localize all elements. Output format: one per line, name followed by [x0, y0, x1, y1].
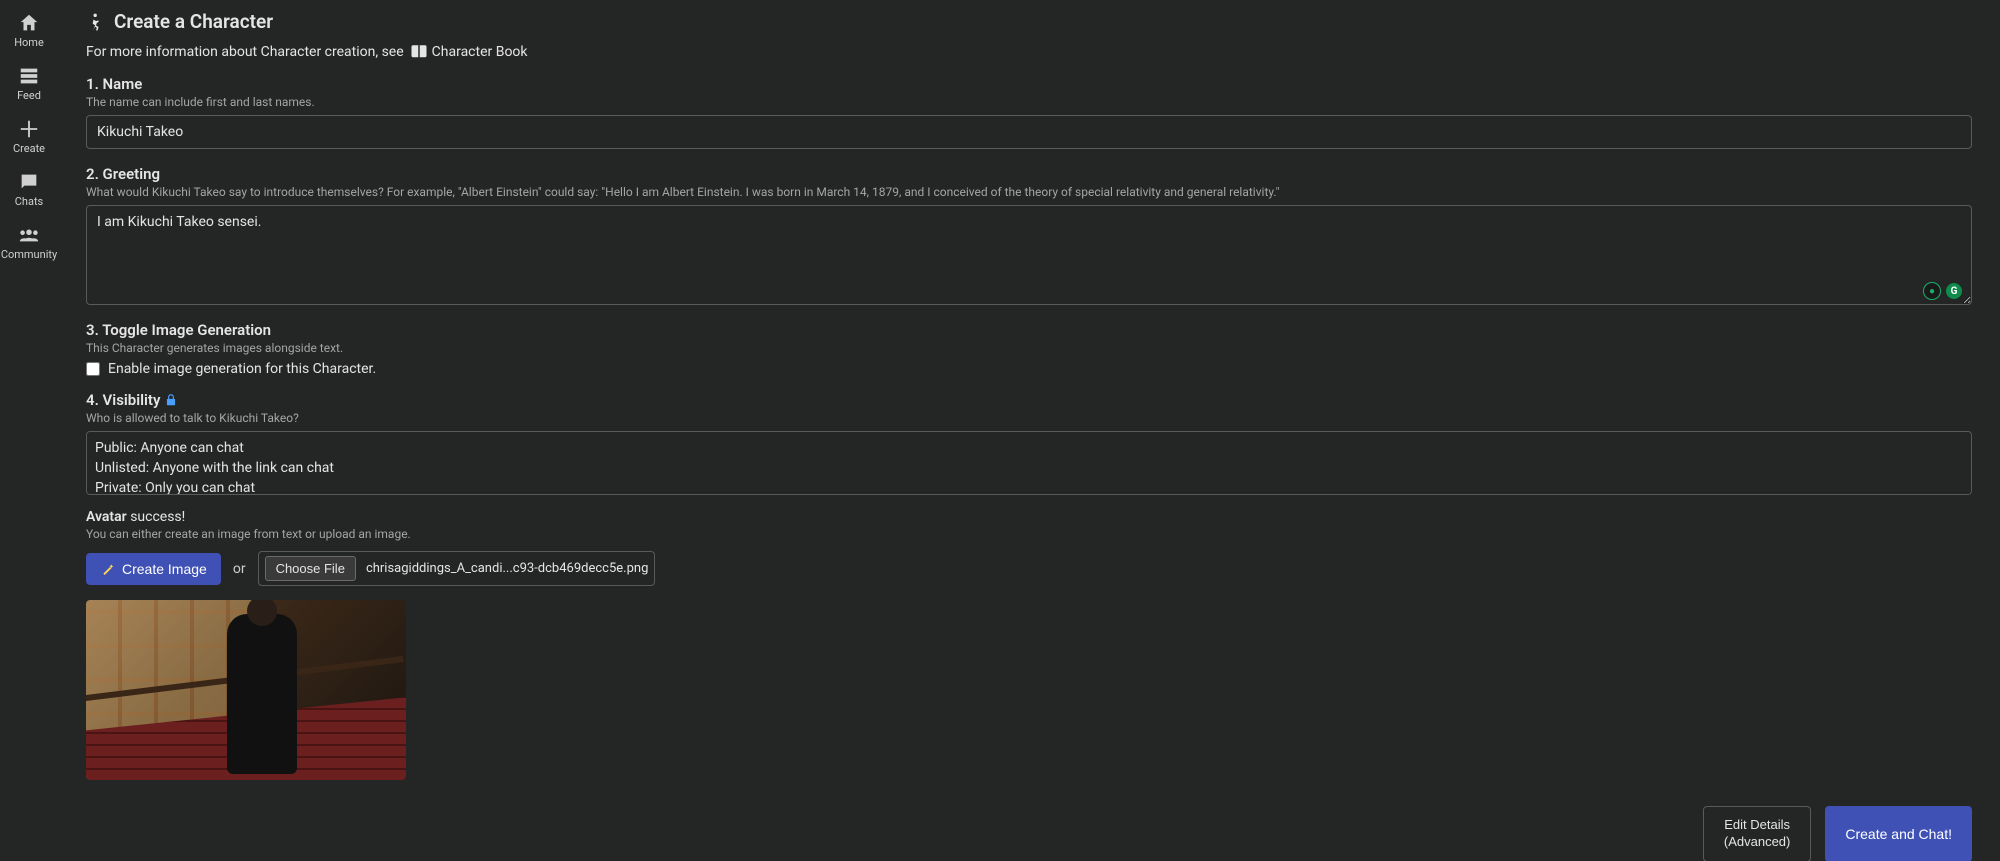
greeting-section-label: 2. Greeting: [86, 165, 1972, 183]
avatar-section-hint: You can either create an image from text…: [86, 527, 1972, 541]
page-title-text: Create a Character: [114, 10, 273, 33]
feed-icon: [18, 65, 40, 87]
grammar-badge-2[interactable]: G: [1946, 283, 1962, 299]
create-and-chat-button[interactable]: Create and Chat!: [1825, 806, 1972, 861]
visibility-section-label: 4. Visibility: [86, 391, 1972, 409]
avatar-status: success!: [130, 509, 185, 525]
nav-feed[interactable]: Feed: [0, 57, 58, 110]
greeting-section-hint: What would Kikuchi Takeo say to introduc…: [86, 185, 1972, 199]
character-book-link-text: Character Book: [432, 44, 528, 60]
visibility-section-hint: Who is allowed to talk to Kikuchi Takeo?: [86, 411, 1972, 425]
nav-home-label: Home: [14, 36, 44, 49]
grammar-badge-1[interactable]: ●: [1924, 283, 1940, 299]
main-content: Create a Character For more information …: [58, 0, 2000, 861]
name-section-label: 1. Name: [86, 75, 1972, 93]
or-text: or: [233, 561, 246, 577]
nav-community-label: Community: [1, 248, 57, 261]
visibility-option-private[interactable]: Private: Only you can chat: [95, 478, 1963, 495]
edit-details-button[interactable]: Edit Details (Advanced): [1703, 806, 1811, 861]
footer-buttons: Edit Details (Advanced) Create and Chat!: [86, 806, 1972, 861]
running-person-icon: [86, 12, 106, 32]
subtitle-row: For more information about Character cre…: [86, 43, 1972, 61]
avatar-upload-row: Create Image or Choose File chrisagiddin…: [86, 551, 1972, 586]
visibility-option-unlisted[interactable]: Unlisted: Anyone with the link can chat: [95, 458, 1963, 478]
nav-chats-label: Chats: [15, 195, 43, 208]
character-book-link[interactable]: Character Book: [410, 43, 528, 61]
plus-icon: [18, 118, 40, 140]
imagegen-checkbox[interactable]: [86, 362, 100, 376]
imagegen-checkbox-row[interactable]: Enable image generation for this Charact…: [86, 361, 1972, 377]
avatar-label: Avatar: [86, 509, 127, 525]
imagegen-section-hint: This Character generates images alongsid…: [86, 341, 1972, 355]
community-icon: [18, 224, 40, 246]
create-image-button-label: Create Image: [122, 561, 207, 577]
visibility-label-text: 4. Visibility: [86, 391, 160, 409]
imagegen-checkbox-label: Enable image generation for this Charact…: [108, 361, 376, 377]
file-picker: Choose File chrisagiddings_A_candi...c93…: [258, 551, 656, 586]
nav-home[interactable]: Home: [0, 4, 58, 57]
page-title: Create a Character: [86, 10, 1972, 33]
nav-feed-label: Feed: [17, 89, 41, 102]
create-image-button[interactable]: Create Image: [86, 553, 221, 585]
imagegen-section-label: 3. Toggle Image Generation: [86, 321, 1972, 339]
edit-details-line1: Edit Details: [1724, 817, 1790, 832]
nav-create-label: Create: [13, 142, 45, 155]
visibility-option-public[interactable]: Public: Anyone can chat: [95, 438, 1963, 458]
choose-file-button[interactable]: Choose File: [265, 556, 356, 581]
sidebar: Home Feed Create Chats Community: [0, 0, 58, 861]
grammar-badges: ● G: [1924, 283, 1962, 299]
chosen-file-name: chrisagiddings_A_candi...c93-dcb469decc5…: [366, 561, 648, 576]
nav-community[interactable]: Community: [0, 216, 58, 269]
name-section-hint: The name can include first and last name…: [86, 95, 1972, 109]
nav-create[interactable]: Create: [0, 110, 58, 163]
lock-icon: [164, 393, 178, 407]
book-icon: [410, 43, 428, 61]
home-icon: [18, 12, 40, 34]
subtitle-pre: For more information about Character cre…: [86, 44, 404, 60]
avatar-preview-image: [86, 600, 406, 780]
avatar-section-header: Avatar success!: [86, 509, 1972, 525]
visibility-select[interactable]: Public: Anyone can chat Unlisted: Anyone…: [86, 431, 1972, 495]
edit-details-line2: (Advanced): [1724, 834, 1790, 849]
nav-chats[interactable]: Chats: [0, 163, 58, 216]
chat-icon: [18, 171, 40, 193]
name-input[interactable]: [86, 115, 1972, 149]
wand-icon: [100, 561, 116, 577]
greeting-textarea[interactable]: [86, 205, 1972, 305]
